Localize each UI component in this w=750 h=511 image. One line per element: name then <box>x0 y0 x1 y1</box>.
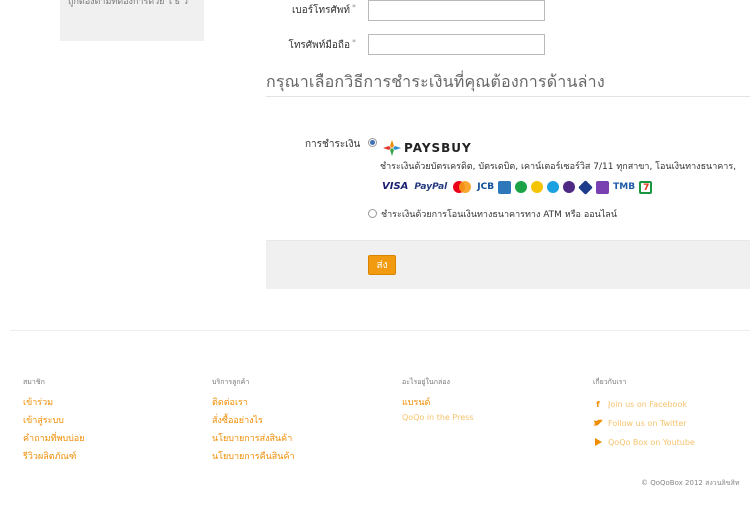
footer-follow-heading: เกี่ยวกับเรา <box>593 378 627 386</box>
footer-link-return-policy[interactable]: นโยบายการคืนสินค้า <box>212 449 295 467</box>
footer-members-heading: สมาชิก <box>23 378 45 386</box>
payment-label: การชำระเงิน <box>305 139 361 150</box>
footer-link-youtube[interactable]: QoQo Box on Youtube <box>608 438 695 447</box>
twitter-row[interactable]: Follow us on Twitter <box>593 414 695 433</box>
purple-bank-icon <box>596 180 610 194</box>
footer-link-login[interactable]: เข้าสู่ระบบ <box>23 413 84 431</box>
phone-label-text: เบอร์โทรศัพท์ <box>291 5 350 16</box>
footer-link-twitter[interactable]: Follow us on Twitter <box>608 419 687 428</box>
paysbuy-radio[interactable] <box>368 138 377 147</box>
footer-divider <box>10 330 750 331</box>
footer-link-brands[interactable]: แบรนด์ <box>402 395 474 413</box>
amex-icon <box>498 180 512 194</box>
atm-radio[interactable] <box>368 209 377 218</box>
payment-section-title: กรุณาเลือกวิธีการชำระเงินที่คุณต้องการด้… <box>266 72 605 91</box>
footer-members: สมาชิก เข้าร่วม เข้าสู่ระบบ คำถามที่พบบ่… <box>23 377 84 467</box>
paysbuy-mark-icon <box>383 140 401 156</box>
required-mark: * <box>352 3 356 12</box>
jcb-icon: JCB <box>477 182 495 192</box>
submit-button[interactable]: ส่ง <box>368 255 396 275</box>
footer-follow: เกี่ยวกับเรา f Join us on Facebook Follo… <box>593 377 695 452</box>
section-divider <box>266 96 750 97</box>
footer-link-contact[interactable]: ติดต่อเรา <box>212 395 295 413</box>
footer-link-faq[interactable]: คำถามที่พบบ่อย <box>23 431 84 449</box>
krungsri-icon <box>531 181 544 193</box>
kasikorn-icon <box>515 181 528 193</box>
phone-input[interactable] <box>368 0 545 21</box>
required-mark: * <box>352 38 356 47</box>
scb-icon <box>563 181 576 193</box>
phone-label: เบอร์โทรศัพท์ * <box>292 3 356 18</box>
visa-icon: VISA <box>382 181 409 192</box>
youtube-icon <box>593 437 603 448</box>
footer-inside-heading: อะไรอยู่ในกล่อง <box>402 378 450 386</box>
bangkok-bank-icon <box>578 179 593 195</box>
facebook-row[interactable]: f Join us on Facebook <box>593 395 695 414</box>
paysbuy-logo-text: PAYSBUY <box>404 141 472 155</box>
ktb-icon <box>547 181 560 193</box>
footer-link-how-to-order[interactable]: สั่งซื้ออย่างไร <box>212 413 295 431</box>
footer-service: บริการลูกค้า ติดต่อเรา สั่งซื้ออย่างไร น… <box>212 377 295 467</box>
mobile-row: โทรศัพท์มือถือ * <box>266 34 750 58</box>
paysbuy-description: ชำระเงินด้วยบัตรเครดิต, บัตรเดบิต, เคาน์… <box>380 162 737 172</box>
mobile-label-text: โทรศัพท์มือถือ <box>288 40 350 51</box>
mastercard-icon <box>453 181 472 193</box>
footer-link-shipping-policy[interactable]: นโยบายการส่งสินค้า <box>212 431 295 449</box>
footer-link-reviews[interactable]: รีวิวผลิตภัณฑ์ <box>23 449 84 467</box>
mobile-label: โทรศัพท์มือถือ * <box>288 38 356 53</box>
paypal-icon: PayPal <box>414 182 448 192</box>
twitter-icon <box>593 418 603 429</box>
footer-inside: อะไรอยู่ในกล่อง แบรนด์ QoQo in the Press <box>402 377 474 431</box>
seven-eleven-icon: 7 <box>639 180 653 194</box>
left-panel-text: ถูกต้องตามที่ต้องการด้วย ใ ธ วิ <box>68 0 188 7</box>
footer-link-facebook[interactable]: Join us on Facebook <box>608 400 687 409</box>
paysbuy-logo: PAYSBUY <box>383 140 472 156</box>
footer-link-press[interactable]: QoQo in the Press <box>402 413 474 431</box>
facebook-icon: f <box>596 400 600 409</box>
youtube-row[interactable]: QoQo Box on Youtube <box>593 433 695 452</box>
footer-link-join[interactable]: เข้าร่วม <box>23 395 84 413</box>
phone-row: เบอร์โทรศัพท์ * <box>266 0 750 24</box>
left-info-panel: ถูกต้องตามที่ต้องการด้วย ใ ธ วิ <box>60 0 204 41</box>
submit-panel: ส่ง <box>266 240 750 289</box>
atm-option[interactable]: ชำระเงินด้วยการโอนเงินทางธนาคารทาง ATM ห… <box>368 207 617 221</box>
mobile-input[interactable] <box>368 34 545 55</box>
tmb-icon: TMB <box>613 182 636 192</box>
copyright: © QoQoBox 2012 สงวนลิขสิท <box>641 479 740 487</box>
atm-option-label: ชำระเงินด้วยการโอนเงินทางธนาคารทาง ATM ห… <box>381 210 617 220</box>
payment-cards: VISA PayPal JCB TMB 7 <box>382 179 656 195</box>
footer-service-heading: บริการลูกค้า <box>212 378 250 386</box>
